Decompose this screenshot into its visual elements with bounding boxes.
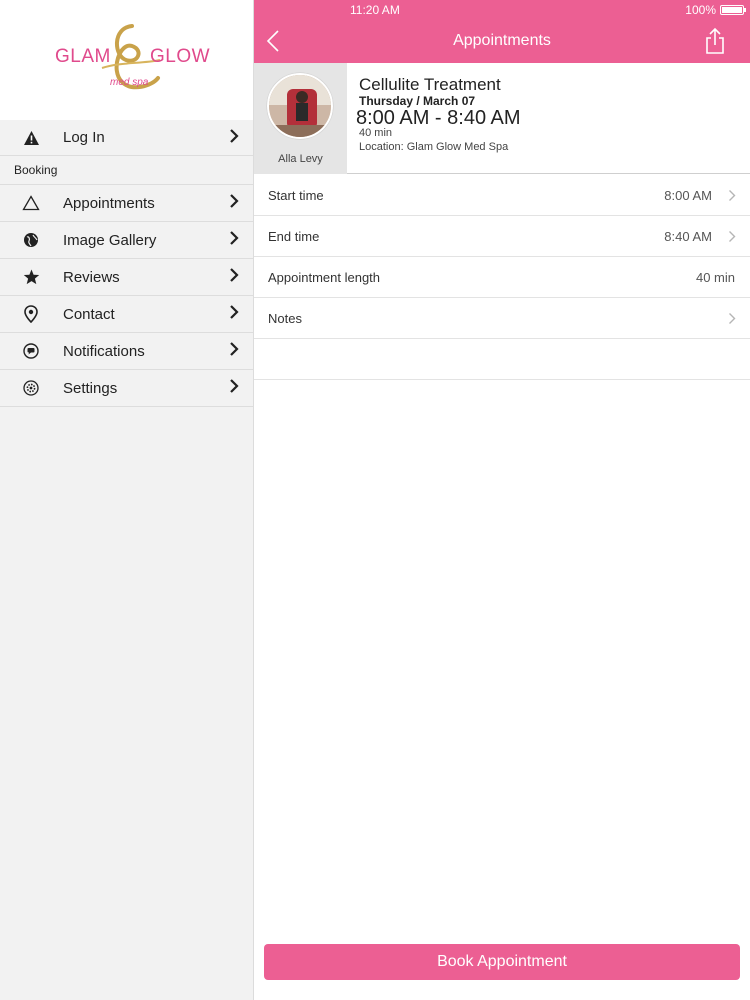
logo-text-glow: GLOW (150, 46, 211, 67)
avatar (267, 73, 333, 139)
sidebar-item-settings[interactable]: Settings (0, 370, 253, 407)
empty-row (254, 339, 750, 380)
sidebar-item-label: Log In (63, 129, 105, 146)
chat-bubble-icon (22, 342, 40, 360)
gear-icon (22, 379, 40, 397)
sidebar-item-login[interactable]: Log In (0, 120, 253, 156)
detail-row-end-time[interactable]: End time 8:40 AM (254, 216, 750, 257)
chevron-right-icon (229, 193, 239, 214)
chevron-right-icon (229, 230, 239, 251)
status-time: 11:20 AM (350, 3, 400, 17)
detail-row-start-time[interactable]: Start time 8:00 AM (254, 175, 750, 216)
appointment-date: Thursday / March 07 (359, 94, 476, 108)
logo-text-glam: GLAM (55, 46, 111, 67)
logo-tagline: med spa (110, 77, 149, 88)
detail-label: End time (268, 229, 320, 244)
sidebar-item-label: Appointments (63, 194, 155, 212)
chevron-right-icon (728, 312, 736, 330)
staff-name: Alla Levy (278, 153, 323, 165)
main-panel: 11:20 AM 100% Appointments Alla Levy Cel… (254, 0, 750, 1000)
sidebar-item-label: Settings (63, 379, 118, 397)
appointment-summary: Alla Levy Cellulite Treatment Thursday /… (254, 63, 750, 174)
logo-area: GLAM GLOW med spa (0, 0, 253, 120)
page-title: Appointments (453, 32, 551, 49)
warning-icon (22, 129, 40, 147)
appointment-length-text: 40 min (359, 127, 393, 139)
sidebar-item-appointments[interactable]: Appointments (0, 185, 253, 222)
detail-label: Appointment length (268, 270, 381, 285)
sidebar-item-reviews[interactable]: Reviews (0, 259, 253, 296)
staff-card[interactable]: Alla Levy (254, 63, 347, 174)
book-appointment-button[interactable]: Book Appointment (264, 944, 740, 980)
detail-value: 8:00 AM (664, 188, 712, 203)
star-icon (22, 268, 40, 286)
sidebar: GLAM GLOW med spa Log In Booking Appoint… (0, 0, 254, 1000)
status-battery-text: 100% (685, 3, 716, 17)
battery-icon (720, 5, 746, 15)
chevron-right-icon (728, 189, 736, 207)
navigation-bar: 11:20 AM 100% Appointments (254, 0, 750, 63)
detail-label: Start time (268, 188, 324, 203)
sidebar-item-label: Image Gallery (63, 231, 157, 249)
detail-row-appointment-length: Appointment length 40 min (254, 257, 750, 298)
appointment-location: Location: Glam Glow Med Spa (359, 141, 509, 153)
sidebar-item-label: Reviews (63, 268, 120, 286)
sidebar-item-label: Notifications (63, 342, 145, 360)
sidebar-item-label: Contact (63, 305, 115, 323)
location-pin-icon (22, 305, 40, 323)
chevron-right-icon (229, 128, 239, 149)
sidebar-item-notifications[interactable]: Notifications (0, 333, 253, 370)
detail-value: 40 min (695, 270, 735, 285)
chevron-right-icon (229, 304, 239, 325)
glam-glow-logo: GLAM GLOW med spa (50, 20, 210, 100)
share-button[interactable] (704, 27, 726, 55)
chevron-right-icon (229, 378, 239, 399)
appointment-details-list: Start time 8:00 AM End time 8:40 AM Appo… (254, 175, 750, 380)
detail-label: Notes (268, 311, 302, 326)
service-title: Cellulite Treatment (359, 75, 501, 94)
sidebar-item-image-gallery[interactable]: Image Gallery (0, 222, 253, 259)
chevron-right-icon (229, 267, 239, 288)
triangle-icon (22, 194, 40, 212)
globe-icon (22, 231, 40, 249)
detail-row-notes[interactable]: Notes (254, 298, 750, 339)
sidebar-item-contact[interactable]: Contact (0, 296, 253, 333)
chevron-right-icon (728, 230, 736, 248)
share-icon (706, 27, 724, 54)
detail-value: 8:40 AM (664, 229, 712, 244)
chevron-right-icon (229, 341, 239, 362)
section-header-booking: Booking (0, 156, 253, 185)
